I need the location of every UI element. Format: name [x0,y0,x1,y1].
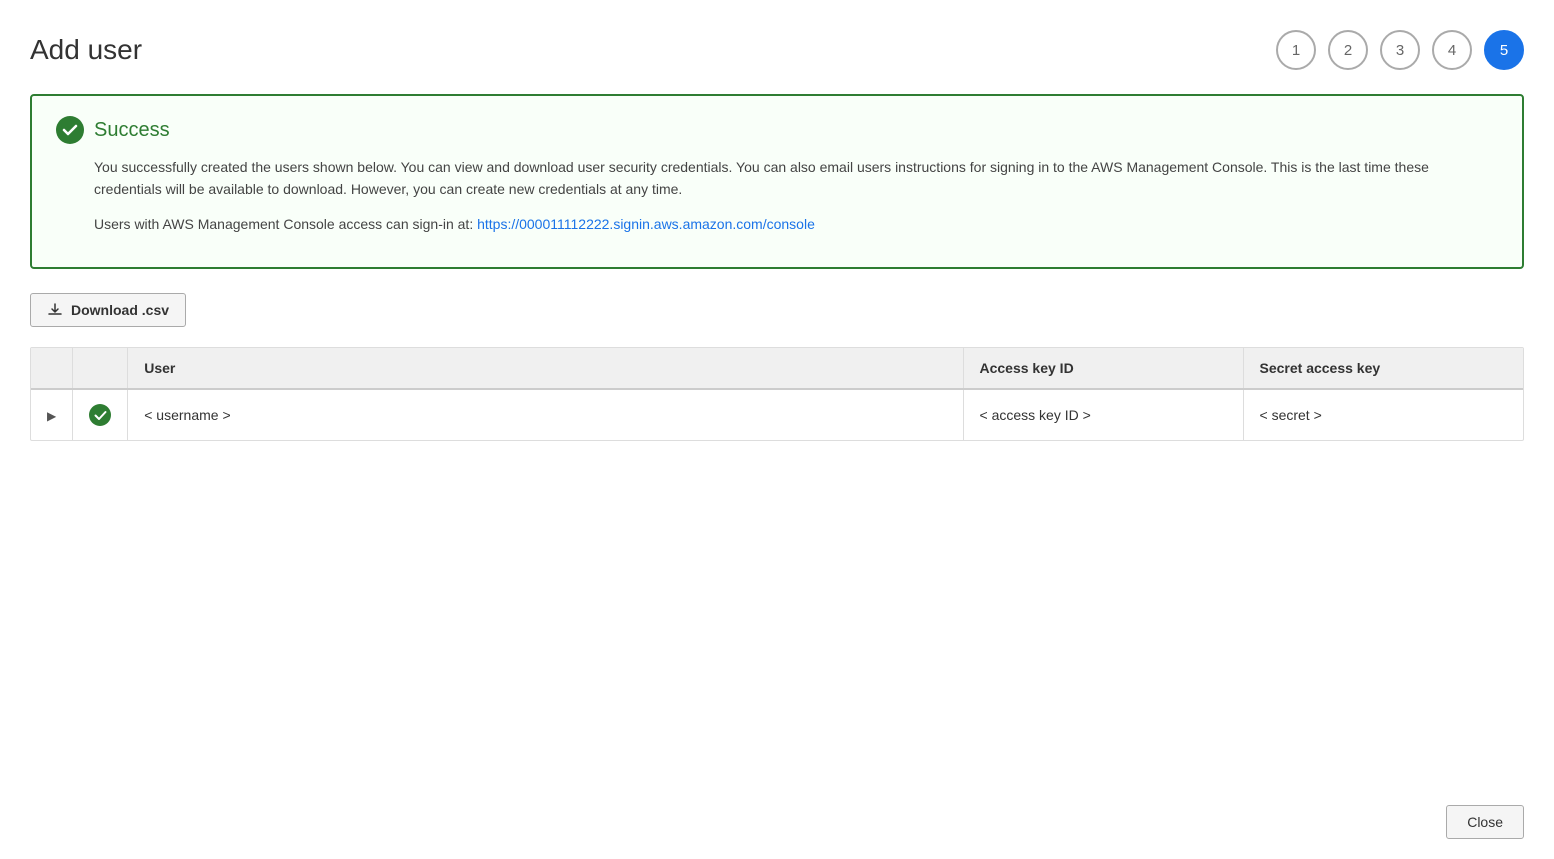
expand-cell[interactable]: ▶ [31,389,73,440]
page-title: Add user [30,34,142,66]
status-cell [73,389,128,440]
success-body-line2: Users with AWS Management Console access… [94,213,1498,235]
col-header-access-key-id: Access key ID [963,348,1243,389]
users-table: User Access key ID Secret access key ▶ [31,348,1523,440]
table-container: User Access key ID Secret access key ▶ [30,347,1524,441]
download-csv-button[interactable]: Download .csv [30,293,186,327]
step-3[interactable]: 3 [1380,30,1420,70]
step-2[interactable]: 2 [1328,30,1368,70]
step-4[interactable]: 4 [1432,30,1472,70]
download-icon [47,302,63,318]
secret-access-key-cell: < secret > [1243,389,1523,440]
signin-url-link[interactable]: https://000011112222.signin.aws.amazon.c… [477,216,815,232]
page-container: Add user 1 2 3 4 5 [0,0,1554,859]
access-key-id-cell: < access key ID > [963,389,1243,440]
header: Add user 1 2 3 4 5 [30,30,1524,70]
success-body-line1: You successfully created the users shown… [94,156,1498,201]
col-header-user: User [128,348,963,389]
close-button[interactable]: Close [1446,805,1524,839]
table-header-row: User Access key ID Secret access key [31,348,1523,389]
success-body: You successfully created the users shown… [94,156,1498,235]
steps-container: 1 2 3 4 5 [1276,30,1524,70]
success-box: Success You successfully created the use… [30,94,1524,269]
user-cell: < username > [128,389,963,440]
success-title: Success [94,119,170,142]
footer: Close [1446,805,1524,839]
row-status-icon [89,404,111,426]
col-header-secret-access-key: Secret access key [1243,348,1523,389]
step-5[interactable]: 5 [1484,30,1524,70]
table-row: ▶ < username > < access key ID > < secre… [31,389,1523,440]
col-header-expand [31,348,73,389]
success-header: Success [56,116,1498,144]
success-icon [56,116,84,144]
col-header-status [73,348,128,389]
step-1[interactable]: 1 [1276,30,1316,70]
expand-arrow-icon[interactable]: ▶ [47,409,56,423]
